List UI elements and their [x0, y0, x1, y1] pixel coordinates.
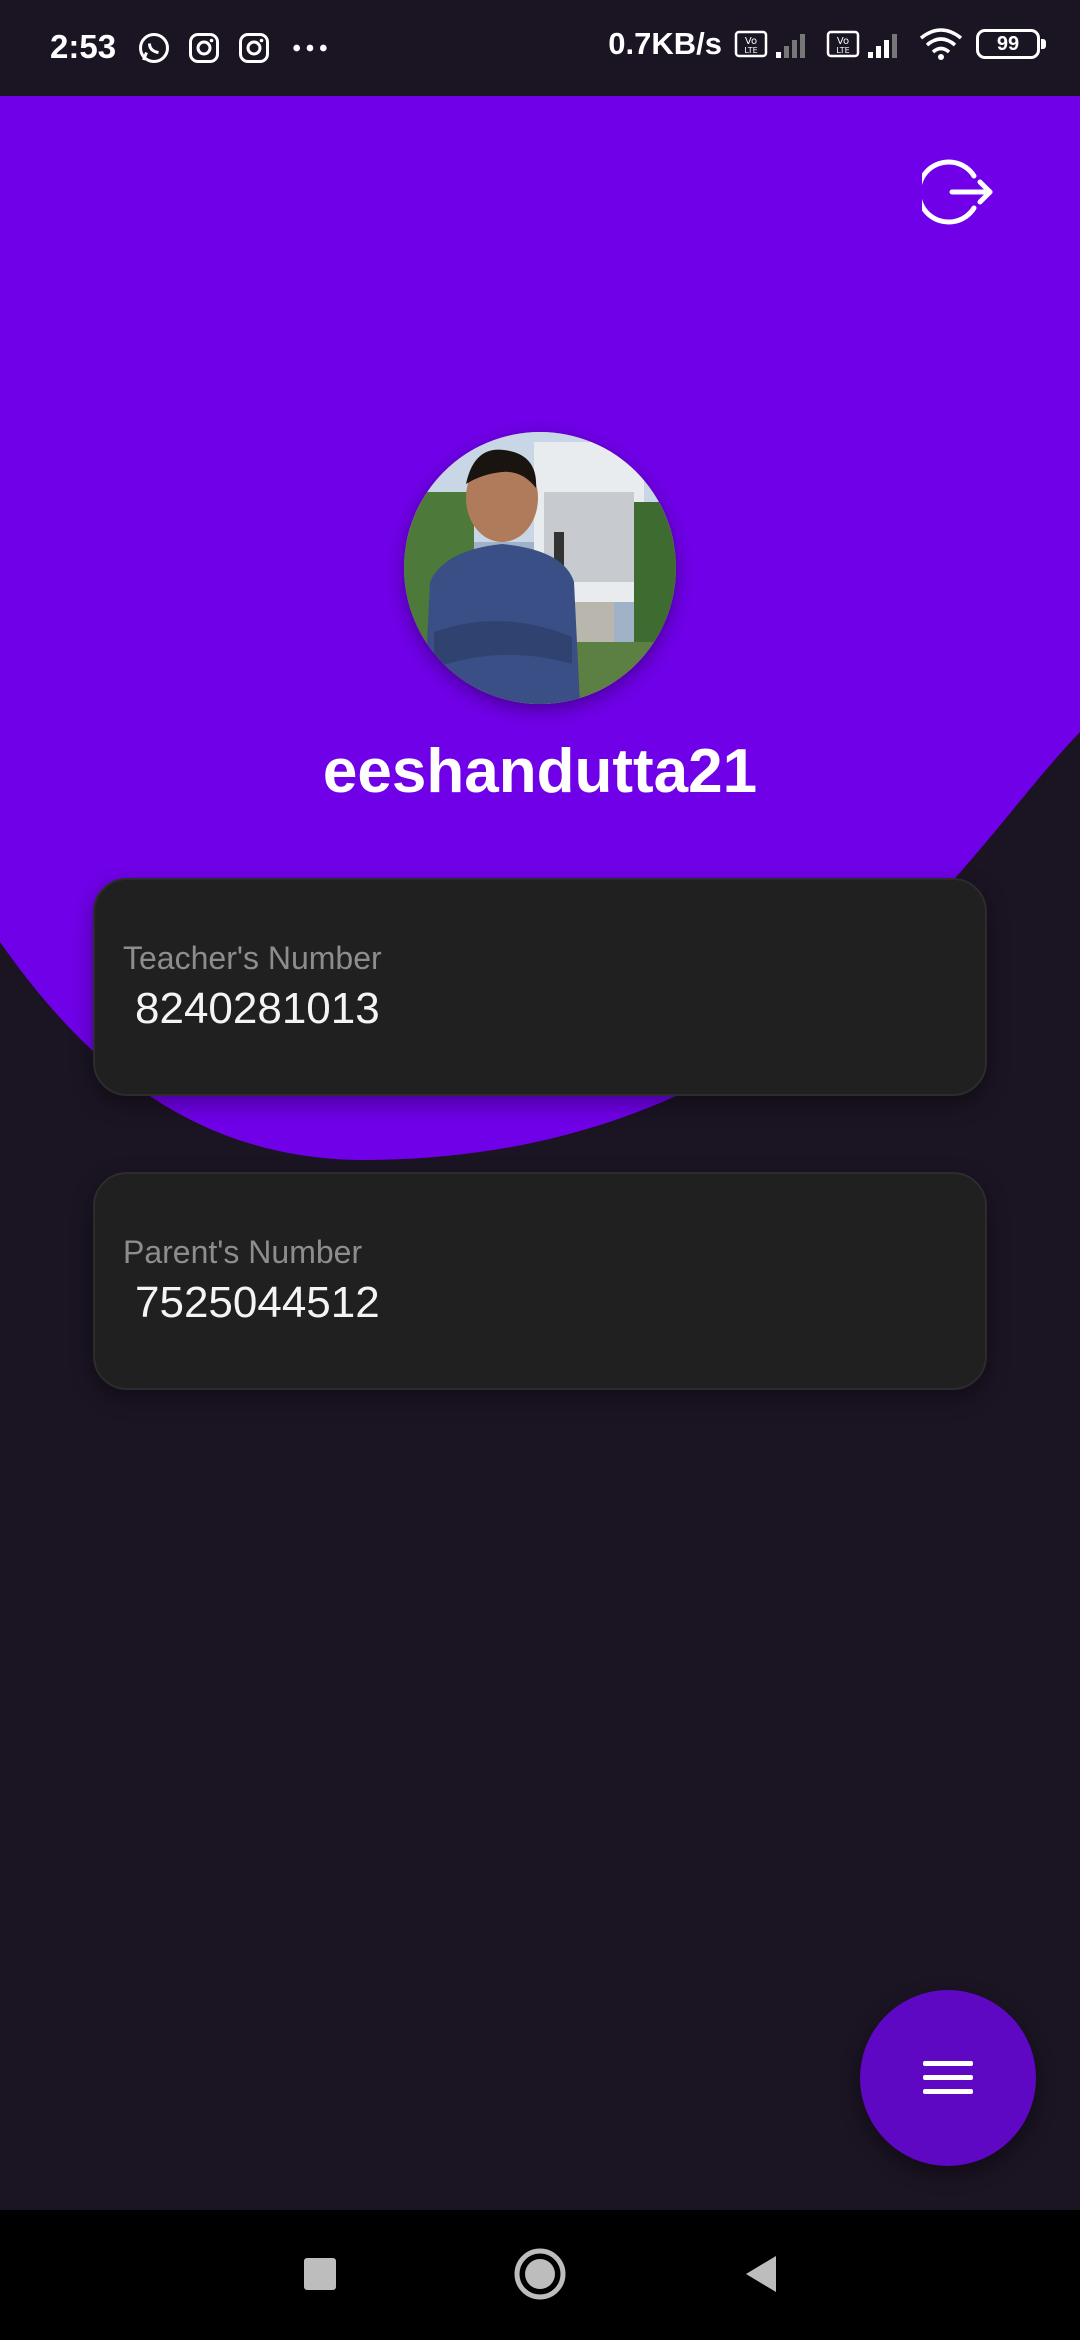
- home-button[interactable]: [512, 2246, 568, 2302]
- status-bar: 2:53 0.7KB/s Vo LTE Vo LTE 99: [0, 0, 1080, 96]
- volte-signal-icon: Vo LTE: [826, 30, 897, 58]
- avatar: [404, 432, 676, 704]
- status-time: 2:53: [50, 28, 117, 65]
- network-speed: 0.7KB/s: [608, 26, 722, 61]
- parent-number-card[interactable]: Parent's Number 7525044512: [93, 1172, 987, 1390]
- wifi-icon: [919, 28, 963, 60]
- logout-button[interactable]: [922, 156, 994, 228]
- teacher-number-value: 8240281013: [135, 984, 380, 1033]
- menu-icon: [923, 2061, 973, 2094]
- instagram-icon: [239, 33, 269, 63]
- recents-button[interactable]: [298, 2252, 342, 2296]
- teacher-number-label: Teacher's Number: [123, 940, 382, 976]
- whatsapp-icon: [139, 33, 169, 63]
- teacher-number-card[interactable]: Teacher's Number 8240281013: [93, 878, 987, 1096]
- back-button[interactable]: [740, 2252, 784, 2296]
- username: eeshandutta21: [322, 737, 758, 806]
- battery-indicator: 99: [976, 29, 1046, 59]
- svg-text:LTE: LTE: [744, 46, 757, 55]
- notification-icons: [136, 30, 334, 66]
- volte-signal-icon: Vo LTE: [734, 30, 805, 58]
- parent-number-label: Parent's Number: [123, 1234, 363, 1270]
- more-dots-icon: [293, 44, 327, 52]
- svg-text:LTE: LTE: [836, 46, 849, 55]
- parent-number-value: 7525044512: [135, 1278, 380, 1327]
- instagram-icon: [189, 33, 219, 63]
- menu-fab-button[interactable]: [860, 1990, 1036, 2166]
- status-right: 0.7KB/s Vo LTE Vo LTE 99: [608, 26, 1046, 62]
